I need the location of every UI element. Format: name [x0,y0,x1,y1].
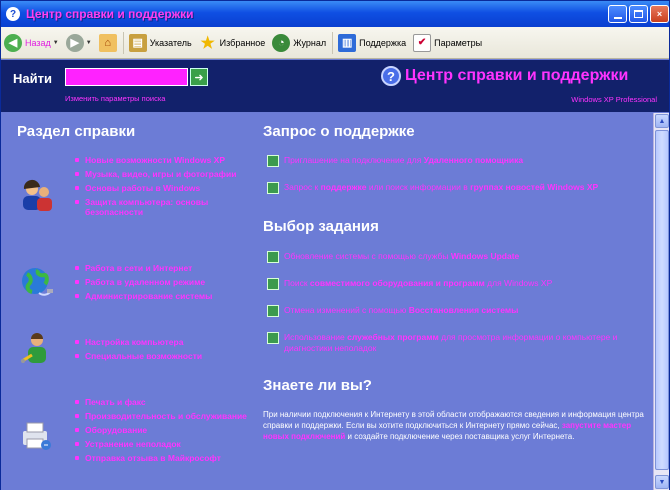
help-group-network: Работа в сети и Интернет Работа в удален… [73,263,253,305]
home-icon: ⌂ [98,33,117,52]
find-label: Найти [13,71,52,86]
help-link[interactable]: Работа в удаленном режиме [73,277,253,287]
help-group-new-basics: Новые возможности Windows XP Музыка, вид… [73,155,253,221]
brand-title: Центр справки и поддержки [405,67,629,84]
search-go-button[interactable]: ➜ [190,68,208,86]
arrow-icon [267,155,279,167]
help-link[interactable]: Новые возможности Windows XP [73,155,253,165]
arrow-icon [267,251,279,263]
options-checklist-icon: ✔ [413,33,432,52]
minimize-button[interactable] [608,5,627,23]
window-title: Центр справки и поддержки [26,7,194,21]
user-settings-icon [21,333,46,363]
task-item-text: Поиск совместимого оборудования и програ… [284,278,553,288]
favorites-button[interactable]: ★ Избранное [196,30,269,56]
history-button[interactable]: ◔ Журнал [269,30,329,56]
help-group-customize: Настройка компьютера Специальные возможн… [73,337,253,365]
help-link[interactable]: Печать и факс [73,397,253,407]
help-group-hardware: Печать и факс Производительность и обслу… [73,397,253,467]
globe-network-icon [22,268,53,296]
scroll-up-icon[interactable]: ▲ [655,114,669,128]
help-link[interactable]: Защита компьютера: основы безопасности [73,197,253,217]
tasks-title: Выбор задания [263,218,379,235]
toolbar-separator [332,31,334,54]
help-link[interactable]: Основы работы в Windows [73,183,253,193]
arrow-icon [267,305,279,317]
history-clock-icon: ◔ [272,33,291,52]
task-item-text: Обновление системы с помощью службы Wind… [284,251,520,261]
support-item-text: Запрос к поддержке или поиск информации … [284,182,599,192]
dropdown-icon[interactable]: ▼ [86,40,92,46]
search-header: Найти ➜ Изменить параметры поиска ? Цент… [1,60,669,112]
book-icon: ▤ [128,33,147,52]
maximize-button[interactable] [629,5,648,23]
home-page-content: Раздел справки Новые возможности Windows… [1,113,653,490]
users-icon [23,179,52,211]
help-link[interactable]: Музыка, видео, игры и фотографии [73,169,253,179]
help-link[interactable]: Администрирование системы [73,291,253,301]
title-bar[interactable]: ? Центр справки и поддержки × [1,1,669,27]
task-item[interactable]: Отмена изменений с помощью Восстановлени… [267,305,647,317]
support-item-text: Приглашение на подключение для Удаленног… [284,155,524,165]
help-center-window: ? Центр справки и поддержки × ◀ Назад ▼ … [0,0,670,490]
arrow-right-icon: ➜ [194,71,204,84]
index-button[interactable]: ▤ Указатель [126,30,195,56]
change-search-params-link[interactable]: Изменить параметры поиска [65,94,165,103]
help-link[interactable]: Оборудование [73,425,253,435]
home-button[interactable]: ⌂ [96,30,120,56]
help-link[interactable]: Настройка компьютера [73,337,253,347]
support-icon: ▥ [338,33,357,52]
task-item[interactable]: Поиск совместимого оборудования и програ… [267,278,647,290]
history-label: Журнал [293,37,327,48]
help-app-icon: ? [6,7,20,21]
help-section-title: Раздел справки [17,123,136,140]
did-you-know-text: При наличии подключения к Интернету в эт… [263,410,644,441]
support-button[interactable]: ▥ Поддержка [335,30,409,56]
options-button[interactable]: ✔ Параметры [410,30,485,56]
help-link[interactable]: Специальные возможности [73,351,253,361]
forward-button[interactable]: ▶ ▼ [63,30,95,56]
arrow-icon [267,182,279,194]
support-label: Поддержка [359,37,407,48]
brand: ? Центр справки и поддержки [381,66,628,86]
help-link[interactable]: Устранение неполадок [73,439,253,449]
forward-arrow-icon: ▶ [65,33,84,52]
star-icon: ★ [200,34,215,52]
printer-hardware-icon [23,422,51,450]
back-label: Назад [25,37,51,48]
arrow-icon [267,278,279,290]
task-item-text: Отмена изменений с помощью Восстановлени… [284,305,519,315]
help-link[interactable]: Производительность и обслуживание [73,411,253,421]
help-link[interactable]: Отправка отзыва в Майкрософт [73,453,253,463]
favorites-label: Избранное [219,37,266,48]
back-arrow-icon: ◀ [4,33,22,52]
task-item-text: Использование служебных программ для про… [284,332,618,353]
support-item[interactable]: Запрос к поддержке или поиск информации … [267,182,647,194]
index-label: Указатель [149,37,192,48]
scroll-thumb[interactable] [655,130,669,470]
toolbar: ◀ Назад ▼ ▶ ▼ ⌂ ▤ Указатель ★ Избранное … [1,27,669,59]
support-item[interactable]: Приглашение на подключение для Удаленног… [267,155,647,167]
scroll-down-icon[interactable]: ▼ [655,475,669,489]
task-item[interactable]: Использование служебных программ для про… [267,332,651,354]
arrow-icon [267,332,279,344]
windows-edition: Windows XP Professional [571,95,657,104]
back-button[interactable]: ◀ Назад ▼ [1,30,62,56]
task-item[interactable]: Обновление системы с помощью службы Wind… [267,251,647,263]
dropdown-icon[interactable]: ▼ [53,40,59,46]
support-request-title: Запрос о поддержке [263,123,415,140]
help-link[interactable]: Работа в сети и Интернет [73,263,253,273]
help-question-icon: ? [381,66,401,86]
vertical-scrollbar[interactable]: ▲ ▼ [653,113,669,490]
close-button[interactable]: × [650,5,669,23]
search-input[interactable] [65,68,188,86]
did-you-know-title: Знаете ли вы? [263,377,372,394]
toolbar-separator [122,31,124,54]
options-label: Параметры [434,37,483,48]
